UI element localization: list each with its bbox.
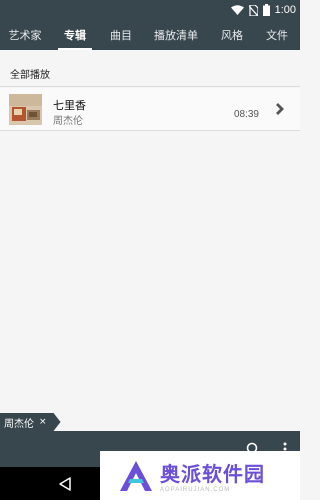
close-icon[interactable]: × bbox=[39, 417, 47, 427]
back-icon[interactable] bbox=[58, 477, 72, 491]
status-time: 1:00 bbox=[274, 4, 296, 16]
tab-genres[interactable]: 风格 bbox=[210, 20, 254, 50]
artist-filter-chip[interactable]: 周杰伦 × bbox=[0, 413, 61, 431]
tab-tracks[interactable]: 曲目 bbox=[100, 20, 142, 50]
chevron-right-icon[interactable] bbox=[276, 103, 286, 115]
watermark-title: 奥派软件园 bbox=[160, 462, 265, 486]
watermark-logo-icon bbox=[120, 460, 152, 491]
battery-icon bbox=[262, 4, 270, 16]
tab-bar: 艺术家 专辑 曲目 播放清单 风格 文件 bbox=[0, 20, 300, 50]
status-icons: 1:00 bbox=[230, 2, 296, 18]
wifi-icon bbox=[230, 5, 244, 15]
tab-files[interactable]: 文件 bbox=[254, 20, 300, 50]
album-artist: 周杰伦 bbox=[53, 116, 83, 127]
play-all-button[interactable]: 全部播放 bbox=[10, 66, 50, 81]
album-title: 七里香 bbox=[53, 99, 86, 112]
tab-albums[interactable]: 专辑 bbox=[50, 20, 100, 50]
album-list-item[interactable]: 七里香 周杰伦 08:39 bbox=[0, 88, 300, 130]
album-duration: 08:39 bbox=[233, 109, 259, 120]
status-bar: 1:00 bbox=[0, 0, 300, 20]
divider bbox=[0, 130, 300, 131]
divider bbox=[0, 86, 300, 87]
no-sim-icon bbox=[248, 4, 258, 16]
tab-playlists[interactable]: 播放清单 bbox=[142, 20, 210, 50]
tab-artists[interactable]: 艺术家 bbox=[0, 20, 50, 50]
watermark-subtitle: AOPAIRUJIAN.COM bbox=[160, 487, 231, 493]
album-cover bbox=[9, 94, 42, 125]
filter-chip-label: 周杰伦 bbox=[4, 418, 34, 430]
watermark: 奥派软件园 AOPAIRUJIAN.COM bbox=[100, 451, 300, 500]
